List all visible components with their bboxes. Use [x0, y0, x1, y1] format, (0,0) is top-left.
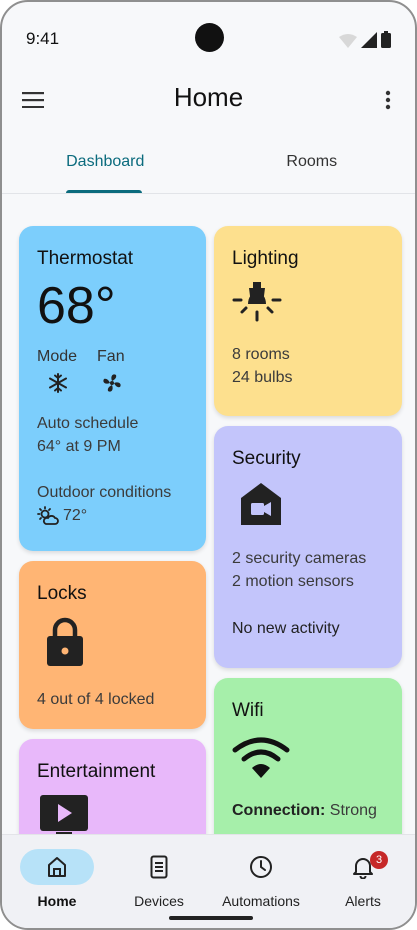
nav-indicator — [224, 849, 298, 885]
battery-icon — [381, 31, 391, 48]
mode-label: Mode — [37, 348, 78, 365]
status-bar: 9:41 — [2, 2, 415, 76]
card-title: Entertainment — [37, 761, 156, 782]
lighting-rooms: 8 rooms — [232, 346, 290, 363]
devices-icon — [150, 855, 168, 879]
tab-label: Dashboard — [66, 153, 145, 170]
fan-icon — [103, 374, 121, 392]
wifi-card[interactable]: Wifi Connection: Strong — [214, 678, 402, 853]
active-tab-indicator — [66, 190, 142, 193]
lighting-card[interactable]: Lighting 8 rooms 24 bulbs — [214, 226, 402, 416]
nav-label: Home — [37, 893, 77, 909]
nav-home[interactable]: Home — [7, 849, 107, 909]
home-camera-icon — [241, 483, 281, 525]
lighting-bulbs: 24 bulbs — [232, 369, 293, 386]
fan-control[interactable]: Fan — [97, 348, 125, 394]
phone-frame: 9:41 Home Dashboard Rooms Thermostat 68°… — [0, 0, 417, 930]
nav-label: Automations — [222, 893, 300, 909]
card-title: Lighting — [232, 248, 299, 269]
page-title: Home — [173, 82, 244, 112]
tab-dashboard[interactable]: Dashboard — [2, 142, 209, 193]
bottom-navigation: Home Devices Automations 3 Alerts — [2, 834, 415, 928]
wifi-connection: Connection: Strong — [232, 799, 384, 822]
mode-fan-row: Mode Fan — [37, 348, 188, 394]
card-title: Security — [232, 448, 301, 469]
nav-indicator: 3 — [326, 849, 400, 885]
outdoor-temperature: 72° — [63, 507, 88, 524]
nav-label: Devices — [134, 893, 184, 909]
lock-icon — [47, 617, 83, 666]
tv-play-icon — [40, 795, 88, 838]
outdoor-conditions-row: 72° — [37, 504, 188, 527]
alerts-badge: 3 — [370, 851, 388, 869]
nav-automations[interactable]: Automations — [211, 849, 311, 909]
outdoor-conditions-title: Outdoor conditions — [37, 484, 172, 501]
status-icons — [339, 31, 391, 48]
more-vertical-icon — [385, 90, 391, 110]
connection-value: Strong — [329, 802, 377, 819]
security-cameras: 2 security cameras — [232, 550, 367, 567]
nav-indicator — [122, 849, 196, 885]
nav-label: Alerts — [345, 893, 381, 909]
snowflake-icon — [49, 373, 67, 393]
auto-schedule-title: Auto schedule — [37, 415, 139, 432]
card-title: Wifi — [232, 700, 264, 721]
tab-bar: Dashboard Rooms — [2, 142, 415, 194]
current-temperature: 68° — [37, 277, 116, 335]
nav-alerts[interactable]: 3 Alerts — [313, 849, 413, 909]
status-time: 9:41 — [26, 29, 60, 48]
card-title: Thermostat — [37, 248, 134, 269]
clock-icon — [250, 856, 272, 878]
fan-label: Fan — [97, 348, 125, 365]
tab-label: Rooms — [286, 153, 338, 170]
front-camera — [195, 23, 224, 52]
security-activity: No new activity — [232, 620, 340, 637]
nav-devices[interactable]: Devices — [109, 849, 209, 909]
wifi-icon — [232, 737, 290, 778]
security-card[interactable]: Security 2 security cameras 2 motion sen… — [214, 426, 402, 668]
auto-schedule-value: 64° at 9 PM — [37, 438, 121, 455]
wifi-signal-icon — [339, 34, 357, 48]
partly-cloudy-icon — [37, 505, 59, 525]
thermostat-card[interactable]: Thermostat 68° Mode Fan Auto schedule 64… — [19, 226, 206, 551]
app-bar: Home — [2, 76, 415, 124]
locks-status: 4 out of 4 locked — [37, 691, 155, 708]
cell-signal-icon — [361, 32, 377, 48]
lamp-icon — [232, 282, 282, 322]
connection-label: Connection: — [232, 802, 326, 819]
home-indicator-bar — [169, 916, 253, 920]
tab-rooms[interactable]: Rooms — [209, 142, 416, 193]
nav-indicator — [20, 849, 94, 885]
home-icon — [48, 857, 66, 877]
more-options-button[interactable] — [383, 87, 393, 113]
security-sensors: 2 motion sensors — [232, 573, 354, 590]
locks-card[interactable]: Locks 4 out of 4 locked — [19, 561, 206, 729]
card-title: Locks — [37, 583, 87, 604]
mode-control[interactable]: Mode — [37, 348, 77, 394]
